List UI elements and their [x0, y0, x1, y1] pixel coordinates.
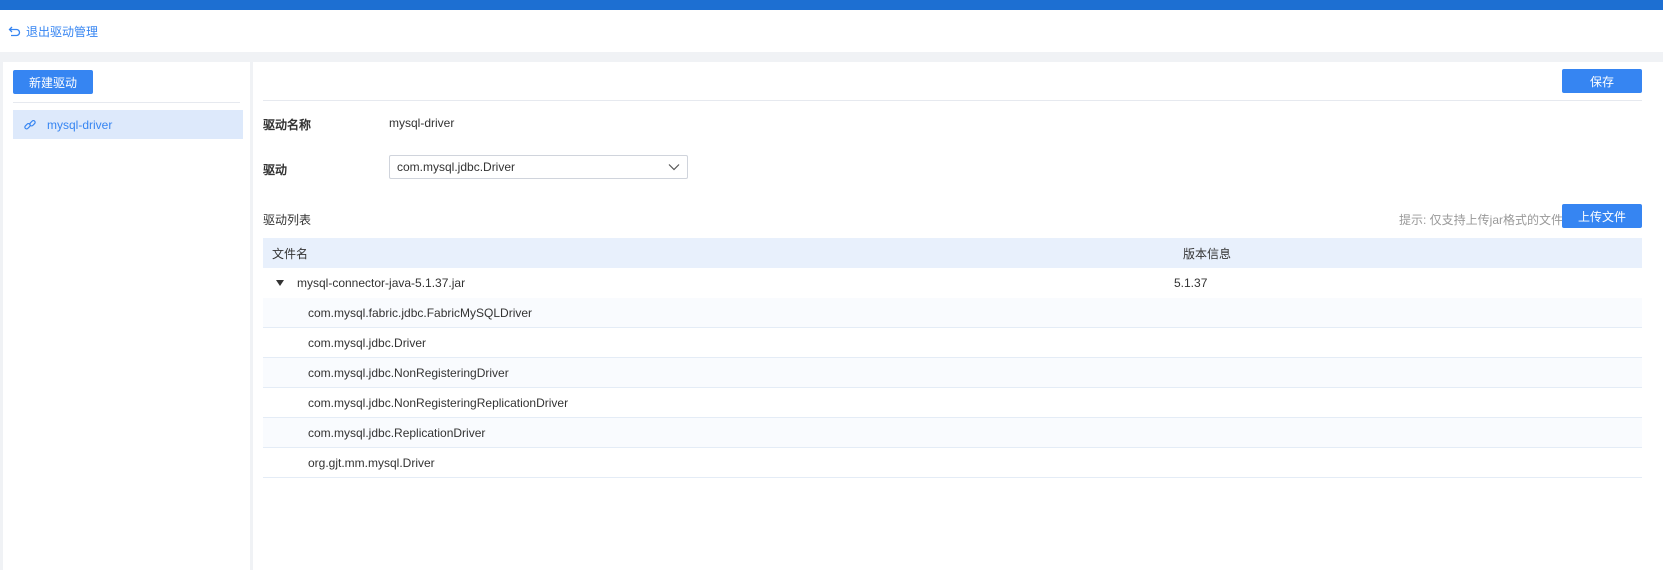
- sidebar-divider: [13, 102, 240, 103]
- driver-class-name: com.mysql.jdbc.NonRegisteringDriver: [308, 365, 509, 380]
- table-header: 文件名 版本信息: [263, 238, 1642, 268]
- save-button[interactable]: 保存: [1562, 69, 1642, 93]
- driver-sidebar: 新建驱动 mysql-driver: [3, 62, 250, 570]
- table-row[interactable]: com.mysql.fabric.jdbc.FabricMySQLDriver: [263, 298, 1642, 328]
- exit-driver-management-link[interactable]: 退出驱动管理: [8, 23, 98, 40]
- driver-class-name: org.gjt.mm.mysql.Driver: [308, 455, 435, 470]
- collapse-triangle-icon[interactable]: [276, 279, 284, 287]
- back-bar: 退出驱动管理: [0, 10, 1663, 52]
- link-icon: [23, 118, 37, 132]
- driver-class-name: com.mysql.fabric.jdbc.FabricMySQLDriver: [308, 305, 533, 320]
- driver-file-table: 文件名 版本信息 mysql-connector-java-5.1.37.jar…: [263, 238, 1642, 478]
- column-header-filename: 文件名: [272, 246, 309, 261]
- chevron-down-icon: [667, 160, 681, 174]
- driver-class-selected-value: com.mysql.jdbc.Driver: [397, 160, 516, 174]
- driver-class-label: 驱动: [263, 163, 288, 177]
- column-header-version: 版本信息: [1183, 246, 1232, 261]
- driver-name-value: mysql-driver: [389, 116, 455, 130]
- jar-row[interactable]: mysql-connector-java-5.1.37.jar 5.1.37: [263, 268, 1642, 298]
- upload-hint: 提示: 仅支持上传jar格式的文件: [1398, 213, 1563, 227]
- new-driver-button[interactable]: 新建驱动: [13, 70, 93, 94]
- table-row[interactable]: com.mysql.jdbc.NonRegisteringReplication…: [263, 388, 1642, 418]
- table-row[interactable]: org.gjt.mm.mysql.Driver: [263, 448, 1642, 478]
- jar-version: 5.1.37: [1174, 276, 1208, 290]
- main-divider: [263, 100, 1642, 101]
- table-row[interactable]: com.mysql.jdbc.ReplicationDriver: [263, 418, 1642, 448]
- driver-class-name: com.mysql.jdbc.ReplicationDriver: [308, 425, 486, 440]
- driver-list-title: 驱动列表: [263, 213, 312, 227]
- driver-class-name: com.mysql.jdbc.Driver: [308, 335, 427, 350]
- driver-detail-panel: 保存 驱动名称 mysql-driver 驱动 com.mysql.jdbc.D…: [253, 62, 1663, 570]
- driver-class-select[interactable]: com.mysql.jdbc.Driver: [389, 155, 688, 179]
- upload-file-button[interactable]: 上传文件: [1562, 204, 1642, 228]
- sidebar-item-label: mysql-driver: [47, 117, 113, 132]
- back-arrow-icon: [8, 24, 22, 38]
- driver-class-name: com.mysql.jdbc.NonRegisteringReplication…: [308, 395, 569, 410]
- sidebar-item-mysql-driver[interactable]: mysql-driver: [13, 110, 243, 139]
- table-row[interactable]: com.mysql.jdbc.Driver: [263, 328, 1642, 358]
- back-link-label: 退出驱动管理: [26, 24, 99, 39]
- jar-filename: mysql-connector-java-5.1.37.jar: [297, 276, 466, 290]
- driver-name-label: 驱动名称: [263, 118, 312, 132]
- top-bar: [0, 0, 1663, 10]
- table-row[interactable]: com.mysql.jdbc.NonRegisteringDriver: [263, 358, 1642, 388]
